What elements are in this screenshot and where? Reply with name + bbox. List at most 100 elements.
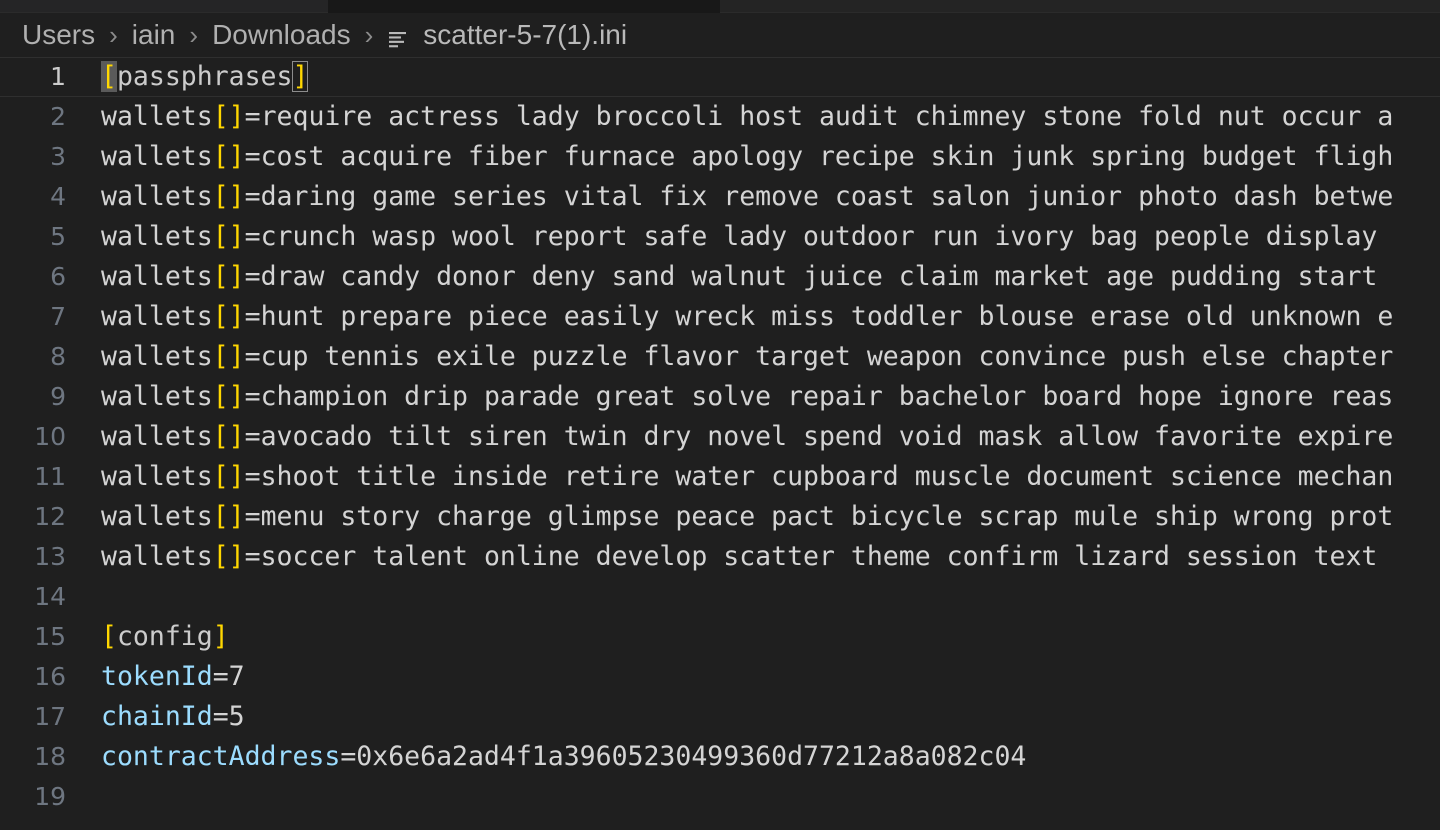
editor-tab-strip[interactable]	[0, 0, 1440, 13]
equals-sign: =	[244, 141, 261, 172]
line-content[interactable]: wallets[]=shoot title inside retire wate…	[100, 457, 1440, 497]
line-content[interactable]: wallets[]=cup tennis exile puzzle flavor…	[100, 337, 1440, 377]
ini-value: cost acquire fiber furnace apology recip…	[260, 141, 1394, 172]
editor-line[interactable]: 11 wallets[]=shoot title inside retire w…	[0, 457, 1440, 497]
equals-sign: =	[244, 421, 261, 452]
section-close-bracket: ]	[212, 621, 229, 652]
editor-line[interactable]: 19	[0, 777, 1440, 817]
editor-line[interactable]: 3 wallets[]=cost acquire fiber furnace a…	[0, 137, 1440, 177]
line-number: 11	[34, 462, 66, 491]
tab-strip-gap	[328, 0, 720, 13]
array-brackets: []	[212, 141, 245, 172]
breadcrumb-item-file[interactable]: scatter-5-7(1).ini	[387, 19, 627, 51]
array-brackets: []	[212, 341, 245, 372]
equals-sign: =	[244, 101, 261, 132]
ini-key: contractAddress	[101, 741, 341, 772]
editor-line[interactable]: 10 wallets[]=avocado tilt siren twin dry…	[0, 417, 1440, 457]
editor-line[interactable]: 13 wallets[]=soccer talent online develo…	[0, 537, 1440, 577]
breadcrumb[interactable]: Users › iain › Downloads › scatter-5-7(1…	[0, 13, 1440, 57]
line-number: 4	[50, 182, 66, 211]
line-content[interactable]: [passphrases]	[100, 57, 1440, 97]
equals-sign: =	[244, 461, 261, 492]
line-number: 13	[34, 542, 66, 571]
editor-line[interactable]: 17 chainId=5	[0, 697, 1440, 737]
ini-key: wallets	[101, 141, 213, 172]
equals-sign: =	[244, 541, 261, 572]
line-number: 14	[34, 582, 66, 611]
line-content[interactable]: wallets[]=cost acquire fiber furnace apo…	[100, 137, 1440, 177]
array-brackets: []	[212, 221, 245, 252]
array-brackets: []	[212, 101, 245, 132]
editor-line[interactable]: 8 wallets[]=cup tennis exile puzzle flav…	[0, 337, 1440, 377]
ini-key: wallets	[101, 501, 213, 532]
editor-line[interactable]: 12 wallets[]=menu story charge glimpse p…	[0, 497, 1440, 537]
breadcrumb-item-iain[interactable]: iain	[132, 19, 176, 51]
ini-key: wallets	[101, 461, 213, 492]
line-content[interactable]: wallets[]=daring game series vital fix r…	[100, 177, 1440, 217]
equals-sign: =	[244, 301, 261, 332]
array-brackets: []	[212, 421, 245, 452]
line-content[interactable]: wallets[]=soccer talent online develop s…	[100, 537, 1440, 577]
line-content[interactable]: wallets[]=crunch wasp wool report safe l…	[100, 217, 1440, 257]
line-number: 10	[34, 422, 66, 451]
line-number: 7	[50, 302, 66, 331]
editor-line[interactable]: 1 [passphrases]	[0, 57, 1440, 97]
editor-line[interactable]: 4 wallets[]=daring game series vital fix…	[0, 177, 1440, 217]
editor-line[interactable]: 5 wallets[]=crunch wasp wool report safe…	[0, 217, 1440, 257]
line-content[interactable]: chainId=5	[100, 697, 1440, 737]
ini-value: cup tennis exile puzzle flavor target we…	[260, 341, 1394, 372]
editor-line[interactable]: 14	[0, 577, 1440, 617]
line-number: 1	[50, 62, 66, 91]
editor-line[interactable]: 18 contractAddress=0x6e6a2ad4f1a39605230…	[0, 737, 1440, 777]
tab-inactive-left[interactable]	[0, 0, 328, 13]
editor-line[interactable]: 15 [config]	[0, 617, 1440, 657]
tab-inactive-right[interactable]	[720, 0, 1440, 13]
ini-value: shoot title inside retire water cupboard…	[260, 461, 1394, 492]
line-number: 18	[34, 742, 66, 771]
equals-sign: =	[212, 661, 229, 692]
breadcrumb-item-users[interactable]: Users	[22, 19, 95, 51]
ini-value: menu story charge glimpse peace pact bic…	[260, 501, 1394, 532]
equals-sign: =	[340, 741, 357, 772]
ini-key: wallets	[101, 341, 213, 372]
line-number: 9	[50, 382, 66, 411]
breadcrumb-item-downloads[interactable]: Downloads	[212, 19, 351, 51]
ini-key: wallets	[101, 301, 213, 332]
ini-key: tokenId	[101, 661, 213, 692]
line-content[interactable]: wallets[]=champion drip parade great sol…	[100, 377, 1440, 417]
editor-line[interactable]: 6 wallets[]=draw candy donor deny sand w…	[0, 257, 1440, 297]
line-content[interactable]: contractAddress=0x6e6a2ad4f1a39605230499…	[100, 737, 1440, 777]
editor-line[interactable]: 7 wallets[]=hunt prepare piece easily wr…	[0, 297, 1440, 337]
ini-value: require actress lady broccoli host audit…	[260, 101, 1394, 132]
line-content[interactable]: wallets[]=draw candy donor deny sand wal…	[100, 257, 1440, 297]
editor-line[interactable]: 2 wallets[]=require actress lady broccol…	[0, 97, 1440, 137]
ini-key: wallets	[101, 181, 213, 212]
editor-line[interactable]: 9 wallets[]=champion drip parade great s…	[0, 377, 1440, 417]
line-content[interactable]: [config]	[100, 617, 1440, 657]
array-brackets: []	[212, 181, 245, 212]
code-editor[interactable]: 1 [passphrases] 2 wallets[]=require actr…	[0, 57, 1440, 830]
line-content[interactable]: wallets[]=hunt prepare piece easily wrec…	[100, 297, 1440, 337]
line-content[interactable]: tokenId=7	[100, 657, 1440, 697]
ini-value: draw candy donor deny sand walnut juice …	[260, 261, 1378, 292]
line-number: 12	[34, 502, 66, 531]
line-content[interactable]: wallets[]=avocado tilt siren twin dry no…	[100, 417, 1440, 457]
line-number: 8	[50, 342, 66, 371]
line-number: 5	[50, 222, 66, 251]
line-content[interactable]: wallets[]=require actress lady broccoli …	[100, 97, 1440, 137]
line-content[interactable]: wallets[]=menu story charge glimpse peac…	[100, 497, 1440, 537]
array-brackets: []	[212, 301, 245, 332]
ini-key: wallets	[101, 221, 213, 252]
equals-sign: =	[212, 701, 229, 732]
line-number: 2	[50, 102, 66, 131]
section-name: config	[116, 621, 213, 652]
editor-line[interactable]: 16 tokenId=7	[0, 657, 1440, 697]
line-number: 15	[34, 622, 66, 651]
chevron-right-icon: ›	[364, 19, 374, 50]
array-brackets: []	[212, 261, 245, 292]
ini-value: 0x6e6a2ad4f1a39605230499360d77212a8a082c…	[356, 741, 1027, 772]
equals-sign: =	[244, 341, 261, 372]
ini-value: hunt prepare piece easily wreck miss tod…	[260, 301, 1394, 332]
ini-value: soccer talent online develop scatter the…	[260, 541, 1378, 572]
line-number: 17	[34, 702, 66, 731]
